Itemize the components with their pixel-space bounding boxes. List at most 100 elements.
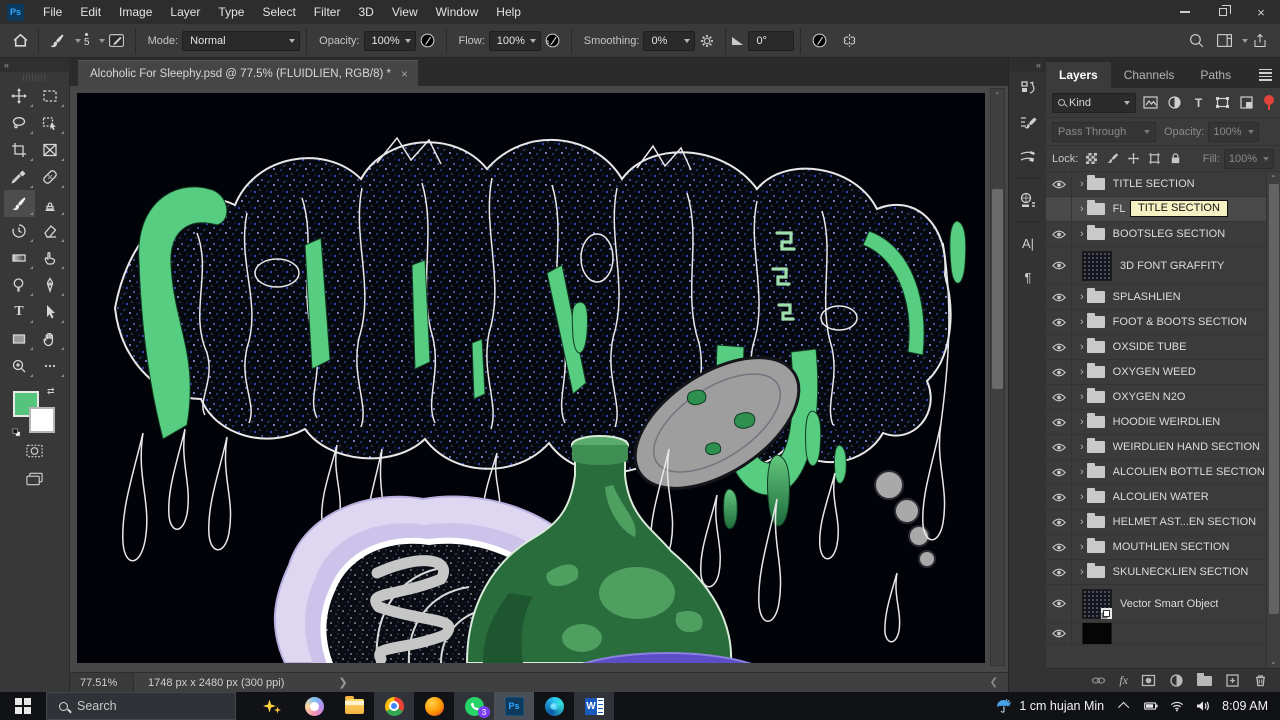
layer-name[interactable]: FOOT & BOOTS SECTION — [1113, 316, 1247, 328]
smoothing-input[interactable]: 0% — [643, 31, 695, 51]
expand-group-icon[interactable]: › — [1080, 341, 1084, 353]
visibility-toggle[interactable] — [1046, 385, 1072, 409]
scroll-up-icon[interactable]: ⌃ — [1270, 174, 1277, 183]
layer-name[interactable]: TITLE SECTION — [1113, 178, 1195, 190]
layer-name[interactable]: SPLASHLIEN — [1113, 291, 1181, 303]
visibility-toggle[interactable] — [1046, 585, 1072, 622]
restore-button[interactable] — [1204, 0, 1242, 24]
visibility-toggle[interactable] — [1046, 560, 1072, 584]
home-icon[interactable] — [8, 29, 32, 53]
layer-opacity-input[interactable]: 100% — [1208, 122, 1258, 142]
eyedropper-tool[interactable] — [4, 163, 35, 190]
visibility-toggle[interactable] — [1046, 172, 1072, 196]
layer-name[interactable]: OXYGEN N2O — [1113, 391, 1186, 403]
layer-row[interactable] — [1046, 623, 1280, 645]
menu-layer[interactable]: Layer — [161, 0, 209, 24]
layer-row[interactable]: › OXYGEN N2O — [1046, 385, 1280, 410]
battery-icon[interactable] — [1138, 692, 1164, 720]
layer-name[interactable]: OXSIDE TUBE — [1113, 341, 1187, 353]
expand-group-icon[interactable]: › — [1080, 366, 1084, 378]
pressure-opacity-icon[interactable] — [416, 29, 440, 53]
healing-brush-tool[interactable] — [35, 163, 66, 190]
visibility-toggle[interactable] — [1046, 435, 1072, 459]
menu-file[interactable]: File — [34, 0, 71, 24]
layer-row[interactable]: ›SPLASHLIEN — [1046, 285, 1280, 310]
layer-row[interactable]: ›HOODIE WEIRDLIEN — [1046, 410, 1280, 435]
layer-row[interactable]: ›WEIRDLIEN HAND SECTION — [1046, 435, 1280, 460]
default-colors-icon[interactable] — [12, 428, 21, 437]
visibility-toggle[interactable] — [1046, 335, 1072, 359]
layer-name[interactable]: OXYGEN WEED — [1113, 366, 1196, 378]
layer-thumbnail[interactable] — [1082, 589, 1112, 619]
layer-list[interactable]: ›TITLE SECTION›FLTITLE SECTION›BOOTSLEG … — [1046, 172, 1280, 668]
layer-name[interactable]: ALCOLIEN WATER — [1113, 491, 1209, 503]
panel-menu-icon[interactable] — [1259, 69, 1272, 81]
brush-angle-input[interactable]: 0° — [748, 31, 794, 51]
dodge-tool[interactable] — [4, 271, 35, 298]
filter-adjustment-layers-icon[interactable] — [1165, 93, 1184, 112]
menu-select[interactable]: Select — [253, 0, 304, 24]
tab-close-icon[interactable]: × — [401, 67, 408, 81]
layer-row[interactable]: Vector Smart Object — [1046, 585, 1280, 623]
layer-row[interactable]: ›MOUTHLIEN SECTION — [1046, 535, 1280, 560]
taskbar-file-explorer[interactable] — [334, 692, 374, 720]
layer-thumbnail[interactable] — [1082, 251, 1112, 281]
frame-tool[interactable] — [35, 136, 66, 163]
taskbar-copilot[interactable] — [294, 692, 334, 720]
properties-panel-icon[interactable] — [1009, 183, 1047, 217]
wifi-icon[interactable] — [1164, 692, 1190, 720]
canvas-viewport[interactable]: ⌃ — [70, 86, 1008, 672]
expand-group-icon[interactable]: › — [1080, 391, 1084, 403]
menu-type[interactable]: Type — [209, 0, 253, 24]
taskbar-chrome[interactable] — [374, 692, 414, 720]
visibility-toggle[interactable] — [1046, 310, 1072, 334]
scroll-up-icon[interactable]: ⌃ — [994, 91, 1001, 100]
lock-transparency-icon[interactable] — [1083, 151, 1099, 167]
taskbar-edge[interactable] — [534, 692, 574, 720]
swap-colors-icon[interactable]: ⇄ — [47, 386, 55, 397]
taskbar-whatsapp[interactable]: 3 — [454, 692, 494, 720]
layer-name[interactable]: SKULNECKLIEN SECTION — [1113, 566, 1249, 578]
object-selection-tool[interactable] — [35, 109, 66, 136]
start-button[interactable] — [0, 692, 46, 720]
vertical-scrollbar[interactable]: ⌃ — [990, 88, 1005, 666]
lock-pixels-icon[interactable] — [1104, 151, 1120, 167]
layer-name[interactable]: 3D FONT GRAFFITY — [1120, 260, 1224, 272]
smoothing-options-gear-icon[interactable] — [695, 29, 719, 53]
taskbar-photoshop[interactable]: Ps — [494, 692, 534, 720]
document-tab[interactable]: Alcoholic For Sleephy.psd @ 77.5% (FLUID… — [78, 60, 418, 86]
clone-stamp-tool[interactable] — [35, 190, 66, 217]
menu-image[interactable]: Image — [110, 0, 161, 24]
filter-type-layers-icon[interactable]: T — [1189, 93, 1208, 112]
zoom-level-field[interactable]: 77.51% — [70, 673, 134, 692]
scrollbar-thumb[interactable] — [1269, 184, 1279, 614]
history-panel-icon[interactable] — [1009, 72, 1047, 106]
layers-scrollbar[interactable]: ⌃ ⌄ — [1266, 172, 1280, 668]
type-tool[interactable]: T — [4, 298, 35, 325]
visibility-toggle[interactable] — [1046, 197, 1072, 221]
brushes-panel-icon[interactable] — [1009, 140, 1047, 174]
paragraph-panel-icon[interactable]: ¶ — [1009, 260, 1047, 294]
tools-grip[interactable]: |||||||| — [0, 72, 69, 82]
new-group-icon[interactable] — [1197, 676, 1212, 686]
layer-row[interactable]: › OXYGEN WEED — [1046, 360, 1280, 385]
layer-name[interactable]: HOODIE WEIRDLIEN — [1113, 416, 1221, 428]
eraser-tool[interactable] — [35, 217, 66, 244]
lock-artboard-icon[interactable] — [1146, 151, 1162, 167]
brush-tool-preset-icon[interactable] — [45, 29, 69, 53]
status-chevron-icon[interactable]: ❯ — [338, 676, 347, 689]
lock-position-icon[interactable] — [1125, 151, 1141, 167]
character-panel-icon[interactable]: A| — [1009, 226, 1047, 260]
hscroll-left-icon[interactable]: ❮ — [990, 677, 998, 688]
layer-name[interactable]: BOOTSLEG SECTION — [1113, 228, 1225, 240]
layer-name[interactable]: FL — [1113, 203, 1126, 215]
tab-channels[interactable]: Channels — [1111, 62, 1188, 88]
filter-smart-objects-icon[interactable] — [1237, 93, 1256, 112]
layer-row[interactable]: ›SKULNECKLIEN SECTION — [1046, 560, 1280, 585]
add-layer-mask-icon[interactable] — [1141, 673, 1156, 688]
taskbar-firefox[interactable] — [414, 692, 454, 720]
background-color-swatch[interactable] — [29, 407, 55, 433]
workspace-switcher-icon[interactable] — [1212, 29, 1236, 53]
screen-mode-icon[interactable] — [22, 469, 48, 489]
share-icon[interactable] — [1248, 29, 1272, 53]
